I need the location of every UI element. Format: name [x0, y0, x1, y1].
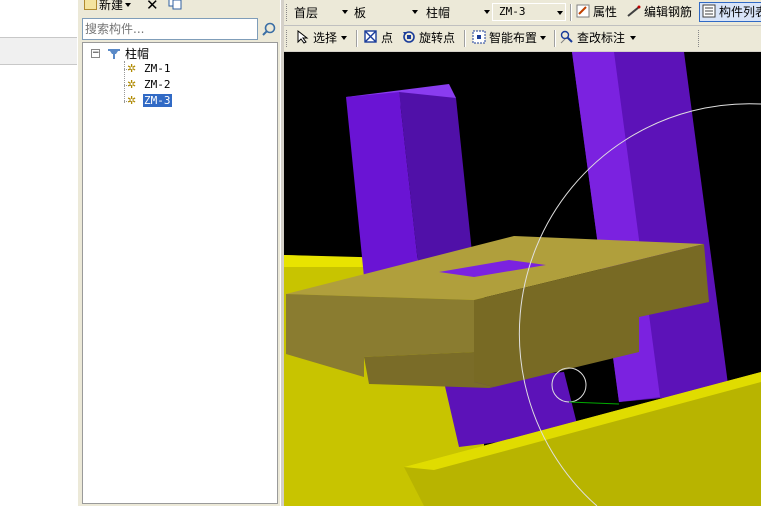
rotate-icon	[403, 31, 415, 43]
3d-viewport[interactable]	[284, 52, 761, 506]
copy-icon	[168, 0, 182, 10]
category-select[interactable]: 板	[348, 3, 420, 21]
rotate-point-button[interactable]: 旋转点	[402, 29, 455, 47]
property-icon	[576, 4, 590, 18]
select-button[interactable]: 选择	[296, 29, 348, 47]
new-button[interactable]: 新建	[84, 0, 132, 13]
toolbar-separator	[464, 30, 466, 47]
drawing-toolbar: 选择 点 旋转点 智能布置 查改标注	[284, 26, 761, 51]
left-panel-header	[0, 37, 77, 65]
edit-rebar-button[interactable]: 编辑钢筋	[627, 3, 692, 21]
tree-item-selected[interactable]: ✲ ZM-3	[127, 94, 187, 109]
component-tree-panel: 新建 ✕ −	[78, 0, 280, 506]
axis-x-line	[568, 401, 620, 405]
chevron-down-icon	[412, 10, 418, 14]
cursor-icon	[297, 30, 309, 44]
toolbar-grip[interactable]	[698, 30, 702, 47]
search-button[interactable]	[260, 18, 278, 40]
component-tree: − 柱帽 ✲ ZM-1 ✲ ZM-2 ✲ ZM-3	[82, 42, 278, 504]
chevron-down-icon	[540, 36, 547, 40]
chevron-down-icon	[630, 36, 637, 40]
list-icon	[702, 4, 716, 18]
collapse-icon[interactable]: −	[91, 49, 100, 58]
smart-layout-icon	[472, 30, 486, 44]
tree-root-label: 柱帽	[125, 47, 150, 61]
component-select[interactable]: ZM-3	[492, 3, 566, 21]
toolbar-separator	[554, 30, 556, 47]
chevron-down-icon	[125, 3, 132, 7]
copy-button[interactable]	[168, 0, 182, 13]
property-button[interactable]: 属性	[576, 3, 617, 21]
tree-item-label: ZM-1	[144, 62, 171, 75]
component-icon: ✲	[127, 78, 137, 91]
tree-toolbar: 新建 ✕	[78, 0, 280, 16]
column-cap-icon	[108, 49, 120, 59]
search-icon	[262, 22, 276, 36]
3d-scene	[284, 52, 761, 506]
chevron-down-icon	[557, 11, 563, 15]
chevron-down-icon	[484, 10, 490, 14]
component-icon: ✲	[127, 94, 137, 107]
search-input[interactable]	[85, 21, 245, 37]
point-button[interactable]: 点	[364, 29, 393, 47]
tree-item[interactable]: ✲ ZM-1	[127, 62, 187, 76]
toolbar-separator	[356, 30, 358, 47]
type-select[interactable]: 柱帽	[420, 3, 492, 21]
tree-root-node[interactable]: − 柱帽	[91, 47, 251, 61]
close-icon: ✕	[146, 0, 159, 14]
tree-connector	[124, 61, 125, 103]
check-annotation-button[interactable]: 查改标注	[560, 29, 637, 47]
search-field[interactable]	[82, 18, 258, 40]
tree-item-label: ZM-2	[144, 78, 171, 91]
left-panel	[0, 0, 79, 506]
smart-layout-button[interactable]: 智能布置	[472, 29, 547, 47]
edit-rebar-icon	[627, 5, 641, 17]
toolbar-grip[interactable]	[286, 30, 290, 47]
component-list-button[interactable]: 构件列表	[699, 2, 761, 22]
check-annotation-icon	[560, 30, 573, 44]
tree-item[interactable]: ✲ ZM-2	[127, 78, 187, 92]
toolbar-separator	[570, 4, 572, 21]
chevron-down-icon	[341, 36, 348, 40]
floor-select[interactable]: 首层	[288, 3, 350, 21]
layer-toolbar: 首层 板 柱帽 ZM-3 属性 编辑钢筋 构件列表	[284, 0, 761, 26]
delete-button[interactable]: ✕	[146, 0, 159, 13]
tree-item-label: ZM-3	[143, 94, 172, 107]
component-icon: ✲	[127, 62, 137, 75]
point-icon	[364, 30, 377, 43]
new-icon	[84, 0, 97, 10]
